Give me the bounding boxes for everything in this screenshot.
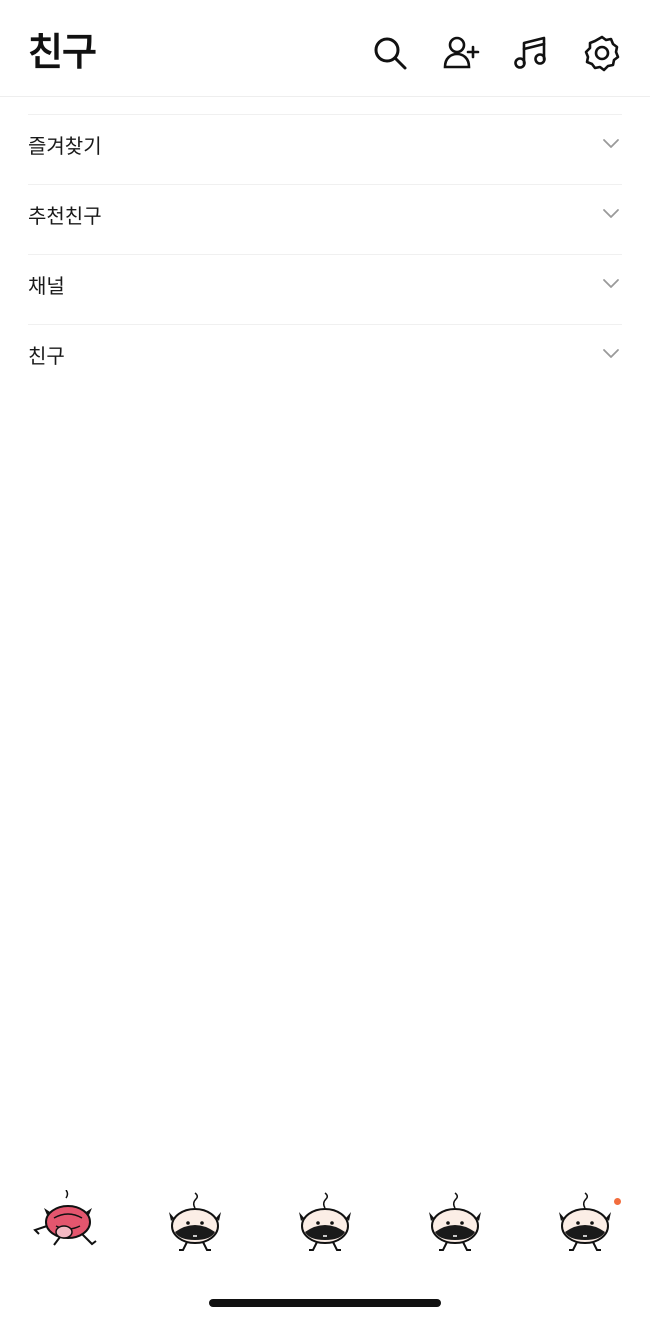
section-friends[interactable]: 친구 [28, 324, 622, 394]
music-icon[interactable] [512, 34, 550, 72]
header: 친구 [0, 0, 650, 97]
add-friend-icon[interactable] [442, 34, 480, 72]
chevron-down-icon [602, 208, 620, 220]
shopping-tab[interactable] [420, 1190, 490, 1260]
chevron-down-icon [602, 138, 620, 150]
section-channels[interactable]: 채널 [28, 254, 622, 324]
character-icon [299, 1192, 351, 1251]
section-label: 채널 [28, 274, 65, 298]
character-icon [169, 1192, 221, 1251]
section-favorites[interactable]: 즐겨찾기 [28, 114, 622, 184]
home-indicator [209, 1299, 441, 1307]
section-label: 친구 [28, 344, 65, 368]
section-label: 추천친구 [28, 204, 102, 228]
bottom-tab-bar [0, 1180, 650, 1270]
page-title: 친구 [28, 30, 97, 74]
chats-tab[interactable] [160, 1190, 230, 1260]
notification-dot [614, 1198, 621, 1205]
character-icon [429, 1192, 481, 1251]
chevron-down-icon [602, 278, 620, 290]
view-tab[interactable] [290, 1190, 360, 1260]
section-list: 즐겨찾기 추천친구 채널 친구 [0, 114, 650, 394]
character-red-icon [33, 1190, 97, 1246]
friends-tab[interactable] [30, 1190, 100, 1260]
more-tab[interactable] [550, 1190, 620, 1260]
character-icon [559, 1192, 611, 1251]
section-label: 즐겨찾기 [28, 134, 102, 158]
settings-icon[interactable] [583, 34, 621, 72]
section-recommended-friends[interactable]: 추천친구 [28, 184, 622, 254]
chevron-down-icon [602, 348, 620, 360]
search-icon[interactable] [371, 34, 409, 72]
